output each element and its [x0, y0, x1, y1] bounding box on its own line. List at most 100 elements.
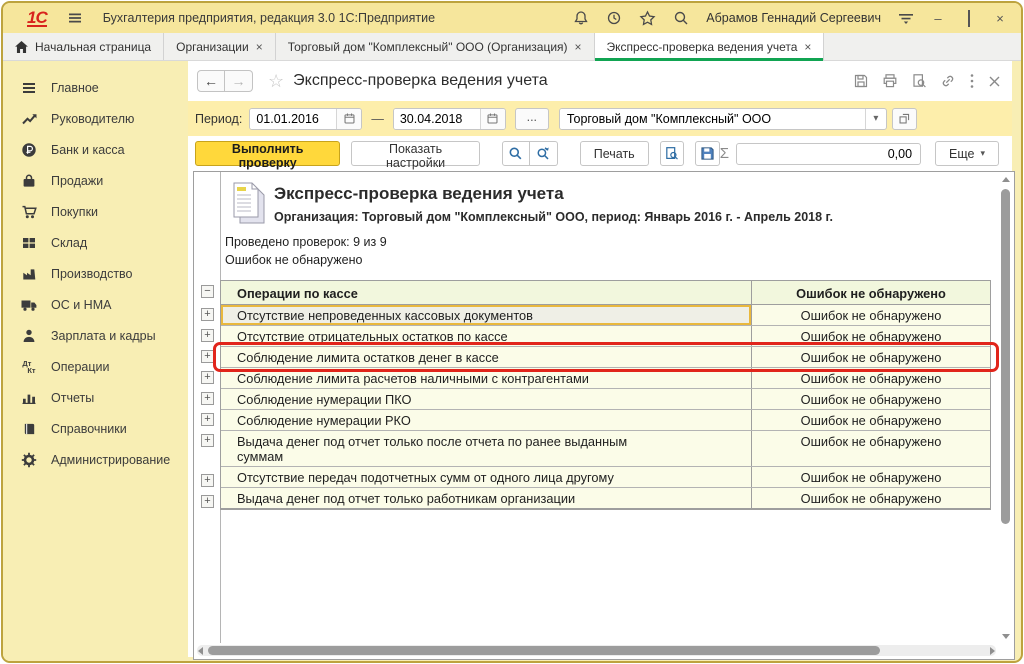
- show-settings-button[interactable]: Показать настройки: [351, 141, 479, 166]
- open-organization-icon[interactable]: [892, 108, 917, 130]
- sidebar-item-operacii[interactable]: ДтКтОперации: [3, 351, 188, 382]
- check-status-cell[interactable]: Ошибок не обнаружено: [752, 488, 990, 508]
- checks-table: Операции по кассе Ошибок не обнаружено О…: [220, 280, 991, 510]
- check-status-cell[interactable]: Ошибок не обнаружено: [752, 410, 990, 430]
- calendar-icon[interactable]: [480, 109, 505, 129]
- tab-express-check[interactable]: Экспресс-проверка ведения учета ×: [595, 33, 825, 60]
- organization-input[interactable]: [560, 109, 865, 129]
- scroll-up-icon[interactable]: [1002, 177, 1010, 182]
- sidebar-item-otchety[interactable]: Отчеты: [3, 382, 188, 413]
- save-icon[interactable]: [853, 73, 869, 89]
- service-menu-icon[interactable]: [898, 11, 914, 25]
- sum-value-input[interactable]: [736, 143, 921, 165]
- check-name-cell[interactable]: Отсутствие непроведенных кассовых докуме…: [221, 305, 752, 325]
- expand-row-toggle[interactable]: +: [201, 371, 214, 384]
- print-icon[interactable]: [882, 73, 898, 89]
- report-title: Экспресс-проверка ведения учета: [274, 184, 564, 204]
- favorite-star-icon[interactable]: ☆: [268, 71, 284, 92]
- scroll-down-icon[interactable]: [1002, 634, 1010, 639]
- save-result-icon-button[interactable]: [695, 141, 720, 166]
- group-title-cell[interactable]: Операции по кассе: [221, 281, 752, 304]
- sidebar-item-glavnoe[interactable]: Главное: [3, 72, 188, 103]
- sidebar-item-os-nma[interactable]: ОС и НМА: [3, 289, 188, 320]
- table-row: Выдача денег под отчет только работникам…: [221, 488, 990, 509]
- nav-back-button[interactable]: ←: [197, 70, 225, 92]
- check-name-cell[interactable]: Выдача денег под отчет только после отче…: [221, 431, 752, 466]
- bag-icon: [20, 173, 38, 189]
- period-to-input[interactable]: [394, 109, 480, 129]
- group-status-cell[interactable]: Ошибок не обнаружено: [752, 281, 990, 304]
- check-status-cell[interactable]: Ошибок не обнаружено: [752, 389, 990, 409]
- scroll-right-icon[interactable]: [990, 647, 995, 655]
- more-button[interactable]: Еще▾: [935, 141, 999, 166]
- main-menu-icon[interactable]: [67, 10, 83, 26]
- scroll-left-icon[interactable]: [198, 647, 203, 655]
- expand-row-toggle[interactable]: +: [201, 434, 214, 447]
- tab-organization-card[interactable]: Торговый дом "Комплексный" ООО (Организа…: [276, 33, 595, 60]
- sidebar-item-administrirovanie[interactable]: Администрирование: [3, 444, 188, 475]
- sidebar-item-sklad[interactable]: Склад: [3, 227, 188, 258]
- report-subtitle: Организация: Торговый дом "Комплексный" …: [274, 210, 833, 224]
- expand-row-toggle[interactable]: +: [201, 495, 214, 508]
- maximize-button[interactable]: [962, 11, 976, 26]
- favorites-star-icon[interactable]: [639, 10, 656, 27]
- section-sidebar: Главное Руководителю Банк и касса Продаж…: [3, 61, 188, 661]
- find-icon[interactable]: [502, 141, 530, 166]
- horizontal-scrollbar[interactable]: [197, 645, 996, 656]
- command-bar: Выполнить проверку Показать настройки Пе…: [188, 136, 1012, 171]
- tab-home[interactable]: Начальная страница: [3, 33, 164, 60]
- period-from-input[interactable]: [250, 109, 336, 129]
- group-header-row[interactable]: Операции по кассе Ошибок не обнаружено: [221, 281, 990, 305]
- grid-blocks-icon: [20, 235, 38, 251]
- history-icon[interactable]: [606, 10, 622, 26]
- expand-row-toggle[interactable]: +: [201, 413, 214, 426]
- check-status-cell[interactable]: Ошибок не обнаружено: [752, 431, 990, 466]
- minimize-button[interactable]: –: [931, 11, 945, 26]
- sidebar-item-prodazhi[interactable]: Продажи: [3, 165, 188, 196]
- tab-close-icon[interactable]: ×: [256, 40, 263, 54]
- sidebar-item-zarplata-kadry[interactable]: Зарплата и кадры: [3, 320, 188, 351]
- check-name-cell[interactable]: Выдача денег под отчет только работникам…: [221, 488, 752, 508]
- sidebar-item-proizvodstvo[interactable]: Производство: [3, 258, 188, 289]
- user-name[interactable]: Абрамов Геннадий Сергеевич: [706, 11, 881, 25]
- link-icon[interactable]: [940, 73, 956, 89]
- bar-chart-icon: [20, 390, 38, 406]
- expand-row-toggle[interactable]: +: [201, 474, 214, 487]
- print-preview-icon[interactable]: [911, 73, 927, 89]
- run-check-button[interactable]: Выполнить проверку: [195, 141, 340, 166]
- chevron-down-icon[interactable]: ▾: [865, 109, 886, 129]
- close-window-button[interactable]: ×: [993, 11, 1007, 26]
- check-name-cell[interactable]: Отсутствие передач подотчетных сумм от о…: [221, 467, 752, 487]
- find-next-icon[interactable]: [530, 141, 558, 166]
- collapse-group-toggle[interactable]: −: [201, 285, 214, 298]
- search-icon[interactable]: [673, 10, 689, 26]
- tab-close-icon[interactable]: ×: [804, 40, 811, 54]
- expand-row-toggle[interactable]: +: [201, 392, 214, 405]
- period-to-field: [393, 108, 506, 130]
- horizontal-scroll-thumb[interactable]: [208, 646, 880, 655]
- period-dash: —: [371, 112, 384, 126]
- preview-icon-button[interactable]: [660, 141, 685, 166]
- vertical-scroll-thumb[interactable]: [1001, 189, 1010, 524]
- expand-row-toggle[interactable]: +: [201, 308, 214, 321]
- sidebar-item-pokupki[interactable]: Покупки: [3, 196, 188, 227]
- more-dots-icon[interactable]: [969, 73, 975, 89]
- check-status-cell[interactable]: Ошибок не обнаружено: [752, 467, 990, 487]
- notifications-bell-icon[interactable]: [573, 10, 589, 26]
- sidebar-item-bank-kassa[interactable]: Банк и касса: [3, 134, 188, 165]
- check-name-cell[interactable]: Соблюдение нумерации ПКО: [221, 389, 752, 409]
- tab-organizations[interactable]: Организации ×: [164, 33, 276, 60]
- close-form-icon[interactable]: [988, 75, 1001, 88]
- sidebar-item-rukovoditelyu[interactable]: Руководителю: [3, 103, 188, 134]
- check-status-cell[interactable]: Ошибок не обнаружено: [752, 305, 990, 325]
- check-name-cell[interactable]: Соблюдение нумерации РКО: [221, 410, 752, 430]
- expand-row-toggle[interactable]: +: [201, 329, 214, 342]
- calendar-icon[interactable]: [336, 109, 361, 129]
- period-more-button[interactable]: ...: [515, 108, 549, 130]
- sidebar-item-spravochniki[interactable]: Справочники: [3, 413, 188, 444]
- 1c-logo-icon: 1С: [27, 10, 47, 27]
- nav-forward-button[interactable]: →: [225, 70, 253, 92]
- vertical-scrollbar[interactable]: [1000, 175, 1011, 641]
- print-button[interactable]: Печать: [580, 141, 649, 166]
- tab-close-icon[interactable]: ×: [575, 40, 582, 54]
